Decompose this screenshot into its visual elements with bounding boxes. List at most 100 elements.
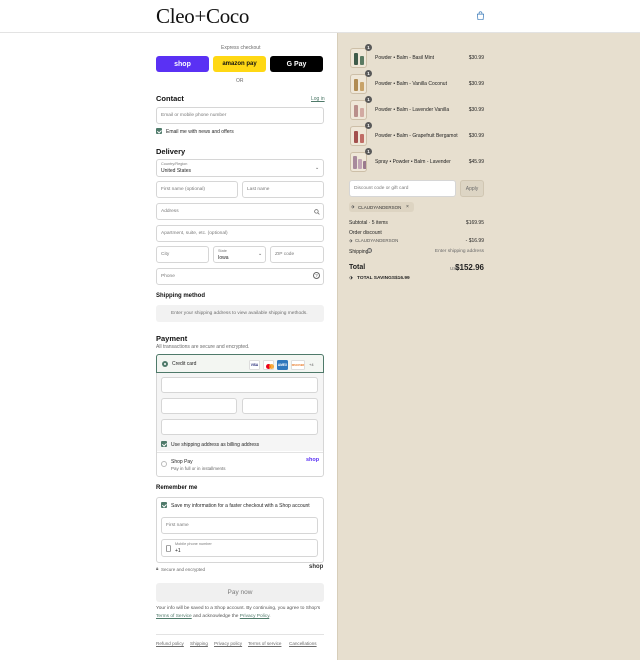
payment-heading: Payment — [156, 334, 188, 343]
remember-first-name-field[interactable]: First name — [161, 517, 318, 534]
discount-placeholder: Discount code or gift card — [354, 186, 409, 191]
item-name: Powder • Balm - Lavender Vanilla — [375, 107, 450, 113]
product-thumbnail — [350, 48, 367, 68]
shopping-bag-icon[interactable] — [476, 11, 485, 20]
phone-placeholder: Phone — [161, 274, 175, 279]
state-value: Iowa — [218, 255, 229, 261]
billing-checkbox[interactable] — [161, 441, 167, 447]
apply-label: Apply — [465, 185, 479, 192]
pay-now-button[interactable]: Pay now — [156, 583, 324, 602]
quantity-badge: 1 — [365, 148, 372, 155]
remember-me-heading: Remember me — [156, 485, 198, 491]
item-price: $30.99 — [468, 81, 484, 87]
apply-button[interactable]: Apply — [460, 180, 484, 197]
mobile-phone-icon — [166, 545, 171, 552]
chevron-down-icon: ⌄ — [258, 251, 263, 257]
address-placeholder: Address — [161, 209, 179, 214]
last-name-field[interactable]: Last name — [242, 181, 324, 198]
name-on-card-field[interactable] — [161, 419, 318, 435]
mobile-phone-value: +1 — [175, 548, 181, 554]
news-checkbox[interactable] — [156, 128, 162, 134]
item-price: $30.99 — [468, 133, 484, 139]
first-name-placeholder: First name (optional) — [161, 187, 205, 192]
express-checkout-label: Express checkout — [221, 45, 261, 51]
help-icon[interactable]: ? — [367, 248, 372, 253]
chevron-down-icon: ⌄ — [315, 165, 320, 171]
phone-field[interactable]: Phone ? — [156, 268, 324, 285]
zip-field[interactable]: ZIP code — [270, 246, 324, 263]
more-cards-label: +4 — [309, 362, 314, 367]
city-placeholder: City — [161, 252, 170, 257]
total-savings-value: $16.99 — [395, 276, 410, 281]
shop-pay-radio[interactable] — [161, 461, 167, 467]
disclaimer-mid: and acknowledge the — [193, 613, 239, 619]
state-select[interactable]: State Iowa ⌄ — [213, 246, 266, 263]
country-select[interactable]: Country/Region United States ⌄ — [156, 159, 324, 177]
quantity-badge: 1 — [365, 44, 372, 51]
product-thumbnail — [350, 100, 367, 120]
billing-label: Use shipping address as billing address — [171, 442, 260, 448]
card-number-field[interactable] — [161, 377, 318, 393]
delivery-heading: Delivery — [156, 147, 186, 156]
product-thumbnail — [350, 74, 367, 94]
footer-refund-policy[interactable]: Refund policy — [156, 641, 184, 646]
google-pay-button[interactable]: G Pay — [270, 56, 323, 72]
shop-logo: shop — [309, 564, 324, 570]
terms-link[interactable]: Terms of Service — [156, 614, 192, 619]
subtotal-label: Subtotal · 5 items — [349, 220, 388, 226]
mobile-phone-label: Mobile phone number — [175, 542, 212, 546]
payment-secure-note: All transactions are secure and encrypte… — [156, 344, 250, 350]
discount-tag: ⬗ CLAUDYANDERSON × — [349, 202, 414, 212]
shop-pay-label: shop — [174, 60, 191, 68]
discount-code-field[interactable]: Discount code or gift card — [349, 180, 456, 197]
footer-terms[interactable]: Terms of service — [248, 641, 281, 646]
footer-cancellations[interactable]: Cancellations — [289, 641, 317, 646]
save-info-checkbox[interactable] — [161, 502, 167, 508]
search-icon — [314, 209, 320, 215]
total-value: $152.96 — [455, 263, 484, 272]
disclaimer-end: . — [269, 613, 271, 619]
news-label: Email me with news and offers — [166, 129, 234, 135]
shop-pay-logo: shop — [306, 457, 320, 463]
remove-discount-icon[interactable]: × — [406, 204, 409, 210]
expiration-field[interactable] — [161, 398, 237, 414]
shop-disclaimer: Your info will be saved to a Shop accoun… — [156, 605, 328, 620]
brand-logo[interactable]: Cleo+Coco — [156, 4, 249, 29]
order-discount-value: - $16.99 — [465, 238, 484, 244]
amazon-pay-button[interactable]: amazon pay — [213, 56, 266, 72]
email-field[interactable]: Email or mobile phone number — [156, 107, 324, 124]
item-name: Spray • Powder • Balm - Lavender — [375, 159, 451, 165]
shop-pay-option-label[interactable]: Shop Pay — [171, 459, 193, 465]
disclaimer-text: Your info will be saved to a Shop accoun… — [156, 606, 321, 611]
tag-icon: ⬗ — [351, 204, 355, 209]
savings-tag-icon: ⬗ — [349, 275, 353, 281]
first-name-field[interactable]: First name (optional) — [156, 181, 238, 198]
footer-privacy-policy[interactable]: Privacy policy — [214, 641, 242, 646]
product-thumbnail — [350, 126, 367, 146]
product-thumbnail — [350, 152, 367, 172]
mobile-phone-field[interactable]: Mobile phone number +1 — [161, 539, 318, 557]
visa-icon: VISA — [249, 360, 260, 370]
credit-card-radio[interactable] — [162, 361, 168, 367]
apartment-field[interactable]: Apartment, suite, etc. (optional) — [156, 225, 324, 242]
total-savings-label: TOTAL SAVINGS — [357, 276, 396, 281]
contact-heading: Contact — [156, 94, 184, 103]
shop-pay-sub: Pay in full or in installments — [171, 466, 226, 471]
footer-shipping[interactable]: Shipping — [190, 641, 208, 646]
quantity-badge: 1 — [365, 70, 372, 77]
privacy-link[interactable]: Privacy Policy — [240, 614, 270, 619]
apartment-placeholder: Apartment, suite, etc. (optional) — [161, 231, 228, 236]
help-icon[interactable]: ? — [313, 272, 320, 279]
google-pay-label: G Pay — [286, 60, 307, 68]
order-summary — [337, 33, 640, 660]
country-value: United States — [161, 168, 192, 174]
item-name: Powder • Balm - Vanilla Coconut — [375, 81, 447, 87]
security-code-field[interactable] — [242, 398, 318, 414]
header: Cleo+Coco — [0, 0, 640, 33]
city-field[interactable]: City — [156, 246, 209, 263]
item-name: Powder • Balm - Basil Mint — [375, 55, 434, 61]
login-link[interactable]: Log in — [311, 96, 325, 102]
address-field[interactable]: Address — [156, 203, 324, 220]
last-name-placeholder: Last name — [247, 187, 270, 192]
shop-pay-button[interactable]: shop — [156, 56, 209, 72]
